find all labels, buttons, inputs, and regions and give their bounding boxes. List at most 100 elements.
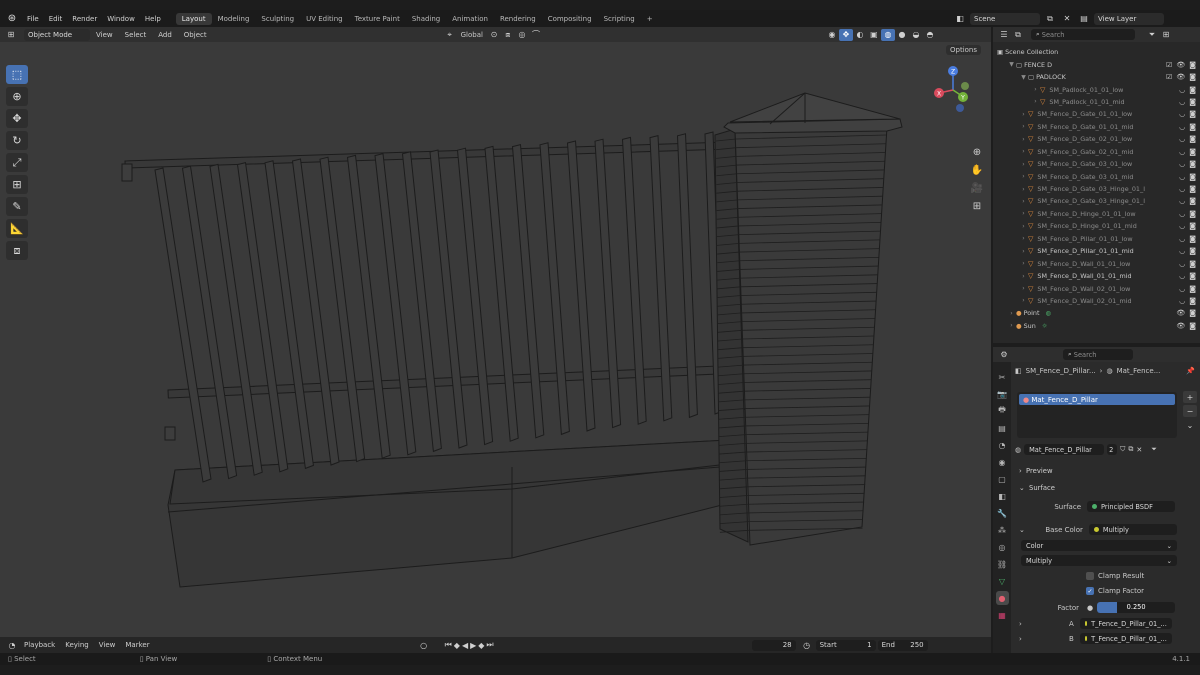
menu-edit[interactable]: Edit — [44, 15, 68, 23]
unlink-icon[interactable]: ✕ — [1136, 446, 1142, 454]
properties-editor-icon[interactable]: ⚙ — [997, 349, 1011, 361]
blend-mode-dropdown[interactable]: Multiply ⌄ — [1021, 555, 1177, 566]
eye-closed-icon[interactable]: ◡ — [1179, 197, 1185, 205]
outliner-object-row[interactable]: › ▽ SM_Fence_D_Gate_03_Hinge_01_l ◡ ◙ — [993, 195, 1200, 207]
physics-tab-icon[interactable]: ◎ — [996, 540, 1009, 554]
outliner-scene-collection[interactable]: ▣ Scene Collection — [993, 46, 1200, 58]
orientation-selector[interactable]: Global — [457, 31, 487, 39]
camera-icon[interactable]: ◙ — [1189, 160, 1196, 168]
material-slot-list[interactable]: ● Mat_Fence_D_Pillar — [1017, 392, 1177, 438]
collection-tab-icon[interactable]: ▢ — [996, 472, 1009, 486]
current-frame-field[interactable]: 28 — [751, 639, 796, 651]
delete-scene-icon[interactable]: ✕ — [1060, 13, 1074, 25]
chevron-right-icon[interactable]: › — [1019, 198, 1028, 205]
pin-icon[interactable]: 📌 — [1186, 367, 1195, 375]
tab-compositing[interactable]: Compositing — [542, 13, 598, 25]
filter-icon[interactable]: ⏷ — [1145, 29, 1159, 41]
pivot-icon[interactable]: ⊙ — [487, 29, 501, 41]
falloff-icon[interactable]: ⌒ — [529, 29, 543, 41]
outliner-object-row[interactable]: › ▽ SM_Fence_D_Hinge_01_01_low ◡ ◙ — [993, 208, 1200, 220]
next-keyframe-icon[interactable]: ◆ — [478, 641, 484, 650]
view-layer-icon[interactable]: ▤ — [1077, 13, 1091, 25]
menu-window[interactable]: Window — [102, 15, 140, 23]
camera-icon[interactable]: 🎥 — [970, 181, 984, 195]
slot-menu-icon[interactable]: ⌄ — [1183, 419, 1197, 431]
outliner-editor-icon[interactable]: ☰ — [997, 29, 1011, 41]
blender-logo-icon[interactable]: ⊛ — [5, 12, 19, 26]
outliner-object-row[interactable]: › ▽ SM_Fence_D_Gate_03_01_mid ◡ ◙ — [993, 170, 1200, 182]
chevron-right-icon[interactable]: › — [1019, 223, 1028, 230]
surface-panel-header[interactable]: ⌄ Surface — [1019, 484, 1055, 492]
outliner-collection-padlock[interactable]: ▼ ▢ PADLOCK ☑ 👁 ◙ — [993, 71, 1200, 83]
clamp-result-checkbox[interactable] — [1086, 572, 1094, 580]
camera-icon[interactable]: ◙ — [1189, 73, 1196, 81]
chevron-right-icon[interactable]: › — [1019, 210, 1028, 217]
pan-hand-icon[interactable]: ✋ — [970, 163, 984, 177]
clock-icon[interactable]: ◷ — [800, 639, 814, 651]
tab-sculpting[interactable]: Sculpting — [255, 13, 300, 25]
timeline-menu-view[interactable]: View — [94, 641, 121, 649]
texture-tab-icon[interactable]: ▦ — [996, 608, 1009, 622]
chevron-right-icon[interactable]: › — [1031, 86, 1040, 93]
camera-icon[interactable]: ◙ — [1189, 210, 1196, 218]
camera-icon[interactable]: ◙ — [1189, 110, 1196, 118]
clamp-result-row[interactable]: Clamp Result — [1086, 572, 1144, 580]
remove-slot-button[interactable]: − — [1183, 405, 1197, 417]
eye-closed-icon[interactable]: ◡ — [1179, 160, 1185, 168]
3d-viewport[interactable]: ⊞ Object Mode View Select Add Object ⌖ G… — [0, 27, 991, 637]
eye-closed-icon[interactable]: ◡ — [1179, 123, 1185, 131]
camera-icon[interactable]: ◙ — [1189, 247, 1196, 255]
record-icon[interactable]: ○ — [417, 639, 431, 651]
eye-closed-icon[interactable]: ◡ — [1179, 297, 1185, 305]
rendered-shading-icon[interactable]: ◓ — [923, 29, 937, 41]
eye-closed-icon[interactable]: ◡ — [1179, 222, 1185, 230]
display-mode-icon[interactable]: ⧉ — [1011, 29, 1025, 41]
chevron-right-icon[interactable]: › — [1019, 111, 1028, 118]
jump-start-icon[interactable]: ⏮ — [445, 640, 452, 650]
clamp-factor-row[interactable]: ✓ Clamp Factor — [1086, 587, 1144, 595]
camera-icon[interactable]: ◙ — [1189, 309, 1196, 317]
camera-icon[interactable]: ◙ — [1189, 61, 1196, 69]
tab-scripting[interactable]: Scripting — [598, 13, 641, 25]
add-cube-tool-icon[interactable]: ⧈ — [6, 241, 28, 260]
select-box-tool-icon[interactable]: ⬚ — [6, 65, 28, 84]
chevron-right-icon[interactable]: › — [1019, 273, 1028, 280]
new-collection-icon[interactable]: ⊞ — [1159, 29, 1173, 41]
material-slot-item[interactable]: ● Mat_Fence_D_Pillar — [1019, 394, 1175, 405]
node-link-icon[interactable]: ⏷ — [1151, 445, 1157, 454]
particles-tab-icon[interactable]: ⁂ — [996, 523, 1009, 537]
tab-shading[interactable]: Shading — [406, 13, 446, 25]
eye-closed-icon[interactable]: ◡ — [1179, 148, 1185, 156]
view-layer-selector[interactable]: View Layer — [1094, 12, 1164, 25]
user-count[interactable]: 2 — [1107, 444, 1118, 455]
scene-selector[interactable]: Scene — [970, 12, 1040, 25]
outliner-light-point[interactable]: › ● Point ◍ 👁 ◙ — [993, 307, 1200, 319]
camera-icon[interactable]: ◙ — [1189, 123, 1196, 131]
overlay-icon[interactable]: ◐ — [853, 29, 867, 41]
output-tab-icon[interactable]: 🖶 — [996, 404, 1009, 418]
chevron-right-icon[interactable]: › — [1019, 148, 1028, 155]
eye-closed-icon[interactable]: ◡ — [1179, 272, 1185, 280]
orientation-icon[interactable]: ⌖ — [443, 29, 457, 41]
tab-layout[interactable]: Layout — [175, 12, 212, 25]
chevron-right-icon[interactable]: › — [1007, 310, 1016, 317]
outliner-object-row[interactable]: › ▽ SM_Fence_D_Hinge_01_01_mid ◡ ◙ — [993, 220, 1200, 232]
eye-icon[interactable]: 👁 — [1176, 61, 1185, 69]
chevron-right-icon[interactable]: › — [1019, 235, 1028, 242]
scene-icon[interactable]: ◧ — [953, 13, 967, 25]
chevron-right-icon[interactable]: › — [1019, 297, 1028, 304]
camera-icon[interactable]: ◙ — [1189, 148, 1196, 156]
viewport-menu-select[interactable]: Select — [119, 31, 153, 39]
modifier-tab-icon[interactable]: 🔧 — [996, 506, 1009, 520]
outliner-object-row[interactable]: › ▽ SM_Fence_D_Wall_02_01_low ◡ ◙ — [993, 282, 1200, 294]
outliner-object-row[interactable]: › ▽ SM_Fence_D_Gate_03_01_low ◡ ◙ — [993, 158, 1200, 170]
outliner-object-row[interactable]: › ▽ SM_Fence_D_Gate_02_01_mid ◡ ◙ — [993, 146, 1200, 158]
timeline-menu-keying[interactable]: Keying — [60, 641, 94, 649]
chevron-right-icon[interactable]: › — [1019, 123, 1028, 130]
options-button[interactable]: Options — [946, 45, 982, 55]
timeline-menu-marker[interactable]: Marker — [120, 641, 154, 649]
cursor-tool-icon[interactable]: ⊕ — [6, 87, 28, 106]
jump-end-icon[interactable]: ⏭ — [486, 640, 493, 650]
eye-closed-icon[interactable]: ◡ — [1179, 173, 1185, 181]
duplicate-icon[interactable]: ⧉ — [1128, 445, 1133, 454]
